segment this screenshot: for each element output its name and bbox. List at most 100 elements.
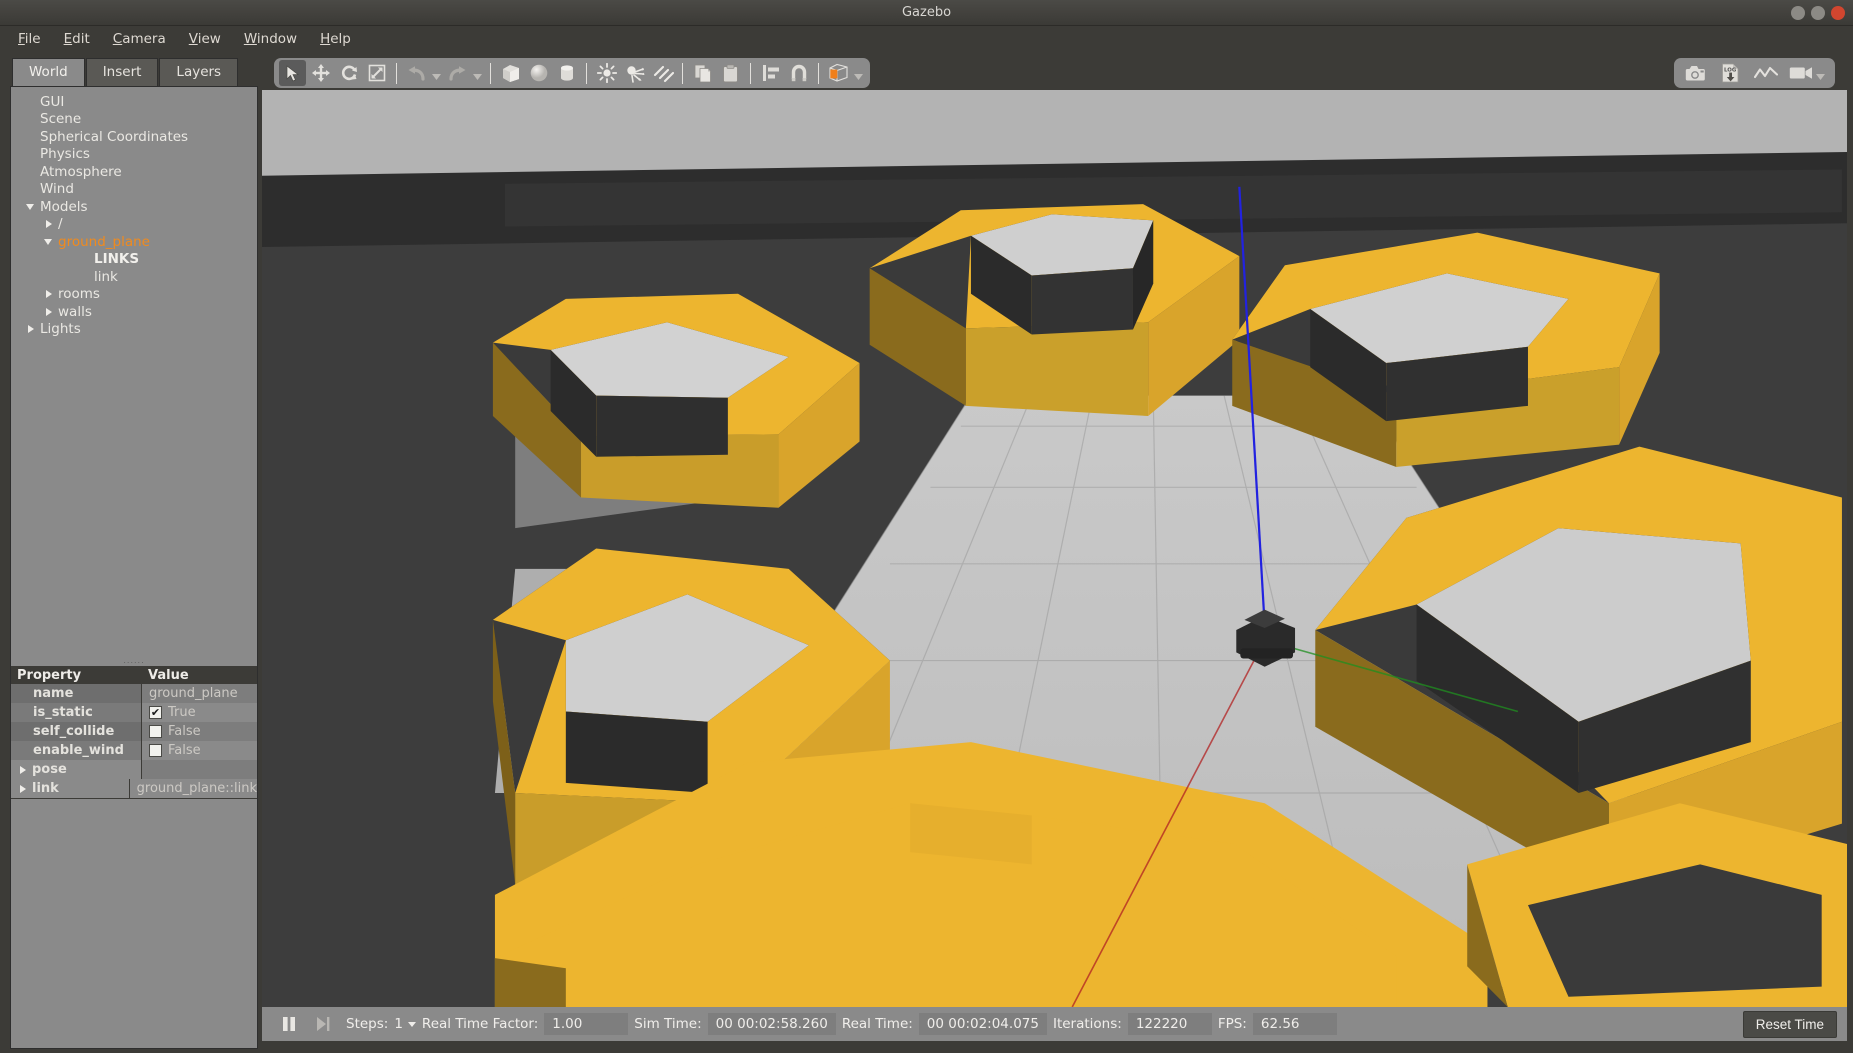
- close-icon[interactable]: [1831, 6, 1845, 20]
- cursor-arrow-icon[interactable]: [279, 60, 306, 86]
- 3d-viewport[interactable]: [262, 90, 1847, 1007]
- chevron-down-icon[interactable]: [1814, 60, 1827, 86]
- tree-item-rooms[interactable]: rooms: [11, 286, 257, 304]
- chevron-down-icon[interactable]: [471, 60, 484, 86]
- tree-item-spherical-coordinates[interactable]: Spherical Coordinates: [11, 128, 257, 146]
- world-tree[interactable]: GUISceneSpherical CoordinatesPhysicsAtmo…: [11, 87, 257, 407]
- menu-item-edit[interactable]: Edit: [54, 28, 100, 50]
- redo-arrow-icon[interactable]: [444, 60, 471, 86]
- menu-item-help[interactable]: Help: [310, 28, 361, 50]
- chevron-down-icon[interactable]: [43, 236, 55, 248]
- tree-item-wind[interactable]: Wind: [11, 181, 257, 199]
- chevron-right-icon[interactable]: [17, 783, 29, 795]
- property-value[interactable]: ✔True: [142, 703, 257, 722]
- render-area: LOG: [262, 52, 1853, 1053]
- chevron-down-icon[interactable]: [852, 60, 865, 86]
- tree-item-scene[interactable]: Scene: [11, 111, 257, 129]
- camera-icon[interactable]: [1682, 60, 1709, 86]
- sphere-icon[interactable]: [525, 60, 552, 86]
- property-name: enable_wind: [11, 741, 142, 760]
- menu-item-file[interactable]: File: [8, 28, 51, 50]
- wireframe-cube-icon[interactable]: [825, 60, 852, 86]
- checkbox-checked-icon[interactable]: ✔: [149, 706, 162, 719]
- tree-item-label: link: [94, 269, 118, 285]
- chevron-down-icon[interactable]: [25, 201, 37, 213]
- step-forward-icon[interactable]: [306, 1016, 340, 1032]
- minimize-icon[interactable]: [1791, 6, 1805, 20]
- menu-item-view[interactable]: View: [179, 28, 231, 50]
- render-toolbar-left: [274, 58, 870, 88]
- tree-item-links[interactable]: LINKS: [11, 251, 257, 269]
- property-value[interactable]: [142, 760, 257, 779]
- toolbar-separator: [750, 63, 751, 84]
- scale-icon[interactable]: [363, 60, 390, 86]
- chevron-right-icon[interactable]: [43, 288, 55, 300]
- chevron-right-icon[interactable]: [25, 323, 37, 335]
- tree-spacer-icon: [25, 148, 37, 160]
- tree-item-ground-plane[interactable]: ground_plane: [11, 233, 257, 251]
- tree-item-atmosphere[interactable]: Atmosphere: [11, 163, 257, 181]
- chevron-down-icon[interactable]: [430, 60, 443, 86]
- undo-arrow-icon[interactable]: [403, 60, 430, 86]
- window-controls: [1791, 0, 1845, 26]
- property-name-label: is_static: [33, 705, 93, 720]
- property-table: Property Value nameground_planeis_static…: [11, 666, 257, 799]
- tree-item-label: Models: [40, 199, 88, 215]
- tab-insert[interactable]: Insert: [86, 58, 159, 86]
- pause-icon[interactable]: [272, 1016, 306, 1032]
- steps-stepper[interactable]: 1: [394, 1016, 416, 1032]
- box-icon[interactable]: [497, 60, 524, 86]
- reset-time-button[interactable]: Reset Time: [1743, 1011, 1837, 1038]
- real-time-factor-label: Real Time Factor:: [422, 1016, 538, 1032]
- point-light-icon[interactable]: [593, 60, 620, 86]
- copy-icon[interactable]: [689, 60, 716, 86]
- video-camera-icon[interactable]: [1787, 60, 1814, 86]
- chevron-right-icon[interactable]: [17, 764, 29, 776]
- tree-item-physics[interactable]: Physics: [11, 146, 257, 164]
- tree-item-link[interactable]: link: [11, 268, 257, 286]
- property-row-is_static[interactable]: is_static ✔True: [11, 704, 257, 723]
- property-row-self_collide[interactable]: self_collide False: [11, 723, 257, 742]
- directional-light-icon[interactable]: [649, 60, 676, 86]
- tree-spacer-icon: [79, 253, 91, 265]
- property-value-label: False: [168, 743, 201, 758]
- checkbox-unchecked-icon[interactable]: [149, 744, 162, 757]
- chevron-right-icon[interactable]: [43, 306, 55, 318]
- menu-item-camera[interactable]: Camera: [103, 28, 176, 50]
- property-value[interactable]: ground_plane::link: [130, 779, 257, 798]
- tab-world[interactable]: World: [12, 58, 85, 86]
- chevron-right-icon[interactable]: [43, 218, 55, 230]
- fps-value: 62.56: [1253, 1013, 1337, 1035]
- paste-icon[interactable]: [717, 60, 744, 86]
- property-row-link[interactable]: linkground_plane::link: [11, 780, 257, 799]
- panel-splitter[interactable]: ......: [11, 657, 257, 666]
- menu-item-window[interactable]: Window: [234, 28, 307, 50]
- align-icon[interactable]: [757, 60, 784, 86]
- magnet-snap-icon[interactable]: [785, 60, 812, 86]
- checkbox-unchecked-icon[interactable]: [149, 725, 162, 738]
- tree-item--[interactable]: /: [11, 216, 257, 234]
- log-download-icon[interactable]: LOG: [1717, 60, 1744, 86]
- tree-item-models[interactable]: Models: [11, 198, 257, 216]
- property-value[interactable]: False: [142, 722, 257, 741]
- splitter-grip-icon: ......: [123, 659, 144, 663]
- spot-light-icon[interactable]: [621, 60, 648, 86]
- cylinder-icon[interactable]: [553, 60, 580, 86]
- property-row-pose[interactable]: pose: [11, 761, 257, 780]
- line-plot-icon[interactable]: [1752, 60, 1779, 86]
- tab-layers[interactable]: Layers: [159, 58, 238, 86]
- sim-time-value: 00 00:02:58.260: [708, 1013, 836, 1035]
- tree-item-gui[interactable]: GUI: [11, 93, 257, 111]
- property-value[interactable]: ground_plane: [142, 684, 257, 703]
- property-row-enable_wind[interactable]: enable_wind False: [11, 742, 257, 761]
- sim-time-label: Sim Time:: [634, 1016, 701, 1032]
- rotate-icon[interactable]: [335, 60, 362, 86]
- tree-item-lights[interactable]: Lights: [11, 321, 257, 339]
- move-arrows-icon[interactable]: [307, 60, 334, 86]
- maximize-icon[interactable]: [1811, 6, 1825, 20]
- property-row-name[interactable]: nameground_plane: [11, 685, 257, 704]
- property-value[interactable]: False: [142, 741, 257, 760]
- tree-spacer-icon: [25, 183, 37, 195]
- property-name-label: self_collide: [33, 724, 114, 739]
- tree-item-walls[interactable]: walls: [11, 303, 257, 321]
